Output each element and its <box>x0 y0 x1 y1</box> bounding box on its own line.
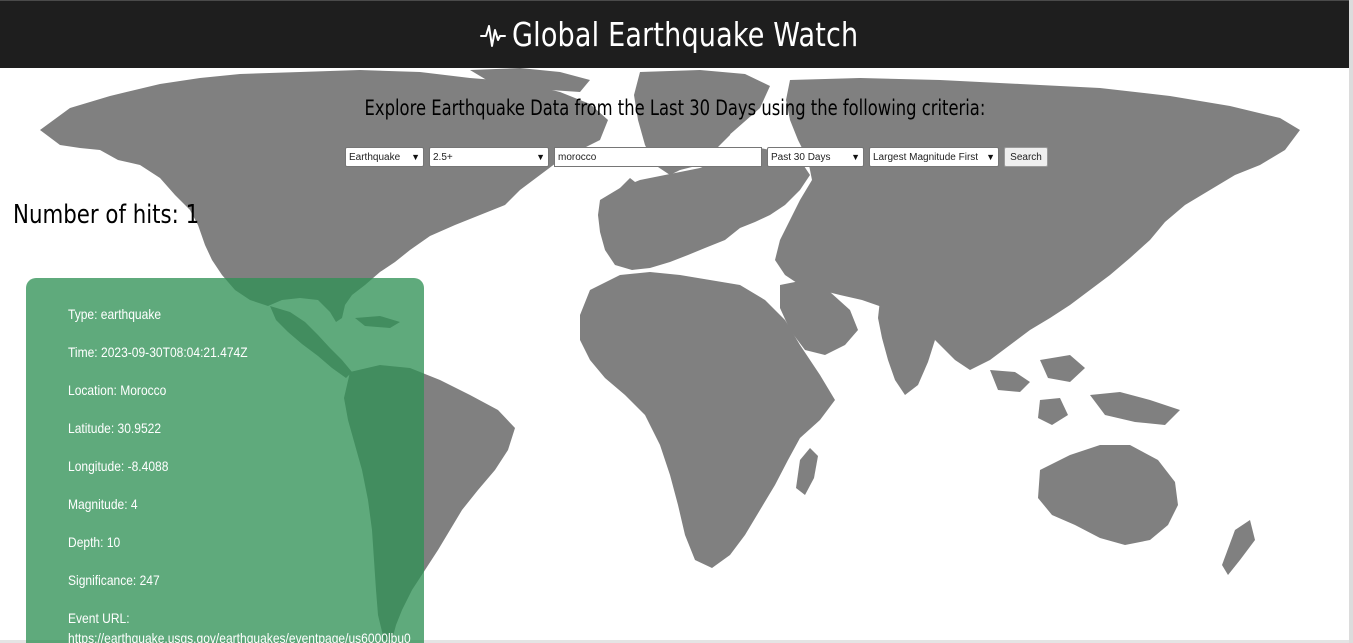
event-latitude: Latitude: 30.9522 <box>68 420 162 436</box>
event-location: Location: Morocco <box>68 382 167 398</box>
sort-order-select[interactable]: Largest Magnitude First ▼ <box>869 147 999 167</box>
chevron-down-icon: ▼ <box>536 152 545 162</box>
event-longitude: Longitude: -8.4088 <box>68 458 169 474</box>
event-url-label: Event URL: <box>68 610 130 626</box>
event-type: Type: earthquake <box>68 306 162 322</box>
page: Global Earthquake Watch Explore Earthqua… <box>0 0 1353 643</box>
chevron-down-icon: ▼ <box>986 152 995 162</box>
time-period-select[interactable]: Past 30 Days ▼ <box>767 147 864 167</box>
site-header: Global Earthquake Watch <box>0 0 1349 68</box>
magnitude-select[interactable]: 2.5+ ▼ <box>429 147 549 167</box>
vertical-scrollbar[interactable] <box>1349 0 1353 643</box>
seismograph-icon <box>480 20 507 50</box>
hits-count: Number of hits: 1 <box>13 200 200 230</box>
chevron-down-icon: ▼ <box>851 152 860 162</box>
event-significance: Significance: 247 <box>68 572 160 588</box>
site-title: Global Earthquake Watch <box>512 15 859 54</box>
search-button[interactable]: Search <box>1004 147 1048 167</box>
location-input[interactable]: morocco <box>554 147 762 167</box>
search-instructions: Explore Earthquake Data from the Last 30… <box>364 96 985 120</box>
event-magnitude: Magnitude: 4 <box>68 496 138 512</box>
event-type-select[interactable]: Earthquake ▼ <box>345 147 424 167</box>
australia-land <box>1038 445 1178 545</box>
event-url-link[interactable]: https://earthquake.usgs.gov/earthquakes/… <box>68 630 424 643</box>
event-time: Time: 2023-09-30T08:04:21.474Z <box>68 344 248 360</box>
chevron-down-icon: ▼ <box>411 152 420 162</box>
header-brand: Global Earthquake Watch <box>480 15 874 54</box>
search-form: Earthquake ▼ 2.5+ ▼ morocco Past 30 Days… <box>345 147 1048 167</box>
event-depth: Depth: 10 <box>68 534 121 550</box>
earthquake-result-card: Type: earthquake Time: 2023-09-30T08:04:… <box>26 278 424 643</box>
